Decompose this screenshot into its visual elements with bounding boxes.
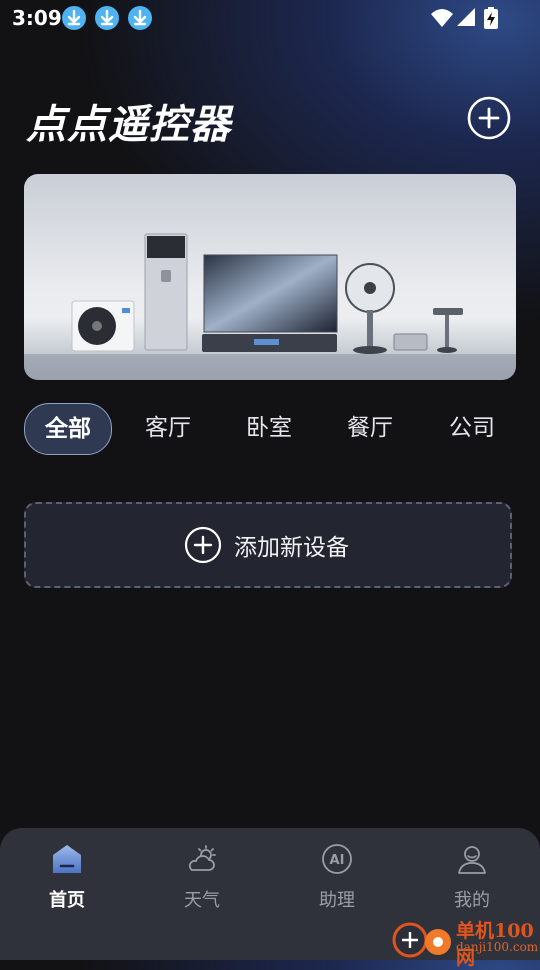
home-icon xyxy=(53,845,81,873)
download-notification-icon xyxy=(62,6,86,30)
nav-home[interactable]: 首页 xyxy=(27,842,107,932)
tab-all[interactable]: 全部 xyxy=(24,403,112,455)
tab-living-room[interactable]: 客厅 xyxy=(128,403,208,453)
appliance-banner[interactable] xyxy=(24,174,516,380)
watermark-url: danji100.com xyxy=(456,940,539,954)
status-time: 3:09 xyxy=(12,6,62,30)
download-notification-icon xyxy=(95,6,119,30)
add-device-label: 添加新设备 xyxy=(234,535,349,561)
battery-charging-icon xyxy=(484,7,498,33)
profile-icon xyxy=(458,846,486,874)
weather-icon xyxy=(188,845,216,871)
app-title: 点点遥控器 xyxy=(26,102,231,148)
nav-assistant[interactable]: AI 助理 xyxy=(297,842,377,932)
ai-assistant-icon: AI xyxy=(322,844,352,874)
wifi-icon xyxy=(430,7,454,33)
add-device-card[interactable]: 添加新设备 xyxy=(24,502,512,588)
site-watermark: 单机100网 danji100.com xyxy=(392,912,540,969)
nav-assistant-label: 助理 xyxy=(319,890,355,911)
watermark-logo-icon xyxy=(392,922,451,958)
add-device-content: 添加新设备 xyxy=(184,526,349,564)
room-tabs: 全部 客厅 卧室 餐厅 公司 xyxy=(24,403,516,455)
tab-office[interactable]: 公司 xyxy=(432,403,512,453)
nav-weather-label: 天气 xyxy=(184,890,220,911)
download-notification-icon xyxy=(128,6,152,30)
tab-dining-room[interactable]: 餐厅 xyxy=(330,403,410,453)
svg-text:AI: AI xyxy=(330,853,345,868)
plus-circle-icon xyxy=(184,526,222,564)
add-button[interactable] xyxy=(467,96,511,140)
cell-signal-icon xyxy=(456,7,476,31)
status-bar: 3:09 xyxy=(0,0,540,36)
nav-home-label: 首页 xyxy=(49,890,85,911)
nav-weather[interactable]: 天气 xyxy=(162,842,242,932)
plus-circle-icon xyxy=(467,96,511,140)
tab-bedroom[interactable]: 卧室 xyxy=(229,403,309,453)
nav-profile-label: 我的 xyxy=(454,890,490,911)
appliances-illustration xyxy=(24,233,516,380)
